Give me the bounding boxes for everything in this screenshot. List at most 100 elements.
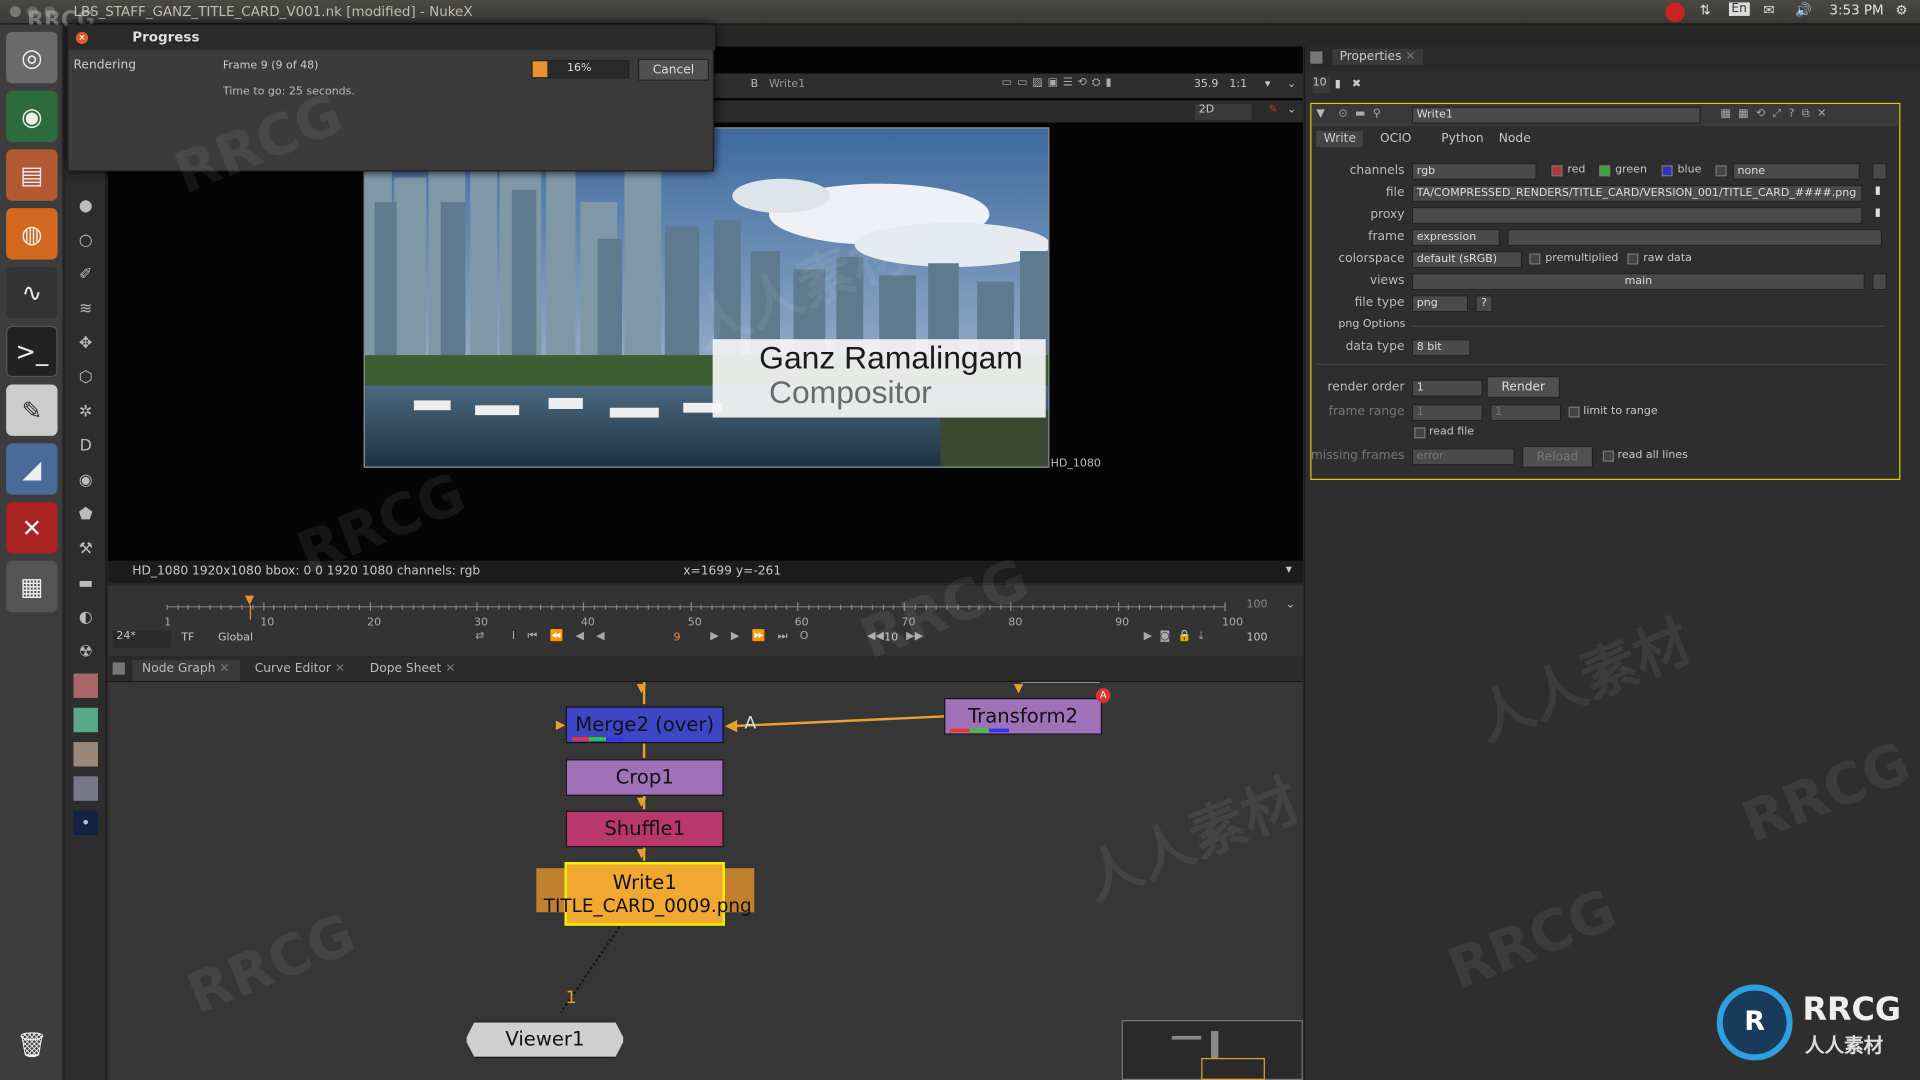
proxy-browse-icon[interactable]: ▮ [1875, 207, 1881, 219]
tab-properties[interactable]: Properties ✕ [1332, 48, 1424, 65]
frame-mode-dropdown[interactable]: expression [1411, 228, 1501, 247]
channels-dropdown[interactable]: rgb [1411, 162, 1537, 181]
paint-icon[interactable]: ✎ [1269, 104, 1278, 116]
node-merge2[interactable]: Merge2 (over) [565, 706, 724, 744]
tab-python[interactable]: Python [1434, 132, 1491, 145]
settings-gear-icon[interactable]: ⚙ [1896, 2, 1908, 18]
channels-menu-icon[interactable] [1872, 162, 1887, 181]
firefox-icon[interactable]: ◍ [6, 208, 58, 260]
node-viewer1[interactable]: Viewer1 [465, 1021, 625, 1058]
loop-icon[interactable]: ⇄ [475, 631, 484, 643]
terminal-icon[interactable]: >_ [6, 325, 58, 378]
toolsets-icon[interactable]: ⚒ [73, 536, 97, 560]
file-manager-icon[interactable]: ▤ [6, 149, 58, 201]
cancel-button[interactable]: Cancel [637, 58, 709, 81]
file-path-field[interactable]: TA/COMPRESSED_RENDERS/TITLE_CARD/VERSION… [1411, 184, 1863, 203]
render-order-field[interactable]: 1 [1411, 379, 1483, 397]
step-back-icon[interactable]: ◀◀ [867, 631, 884, 643]
viewer-tools-icon[interactable]: ▭▭▨▣☰⟲⛭▮ [1002, 77, 1117, 89]
3d-tool-icon[interactable]: ⬡ [73, 365, 97, 389]
end-frame-field[interactable]: 100 [1247, 599, 1268, 611]
frame-range-start[interactable]: 1 [1411, 404, 1483, 422]
system-monitor-icon[interactable]: ∿ [6, 266, 58, 319]
user-avatar-icon[interactable] [73, 673, 98, 698]
node-crop1[interactable]: Crop1 [565, 759, 724, 796]
network-icon[interactable]: ⇅ [1700, 2, 1711, 18]
minimap-viewport[interactable] [1201, 1057, 1265, 1080]
clock[interactable]: 3:53 PM [1829, 2, 1883, 18]
frame-expression-field[interactable] [1507, 228, 1883, 247]
frame-ruler[interactable]: 1 10 20 30 40 50 60 70 80 90 100 ▼ [164, 590, 1243, 630]
blue-checkbox[interactable] [1661, 165, 1673, 177]
record-icon[interactable] [1665, 2, 1685, 23]
tab-ocio[interactable]: OCIO [1373, 132, 1419, 145]
range-scope-dropdown[interactable]: Global [218, 632, 253, 644]
close-window-icon[interactable] [9, 6, 21, 18]
extra-channel-dropdown[interactable]: none [1732, 162, 1861, 181]
tf-dropdown[interactable]: TF [181, 632, 194, 644]
node-shuffle1[interactable]: Shuffle1 [565, 810, 724, 848]
fps-dropdown[interactable]: 24* [112, 630, 172, 648]
gizmo4-icon[interactable]: • [73, 810, 98, 836]
zoom-value[interactable]: 1:1 [1229, 78, 1247, 90]
out-frame-field[interactable]: 100 [1247, 632, 1268, 644]
node-name-field[interactable]: Write1 [1411, 106, 1701, 124]
red-checkbox[interactable] [1551, 165, 1563, 177]
trash-icon[interactable]: 🗑 [6, 1019, 57, 1070]
zoom-dropdown-icon[interactable]: ▾ [1265, 78, 1271, 90]
viewer-menu-icon[interactable]: ⌄ [1287, 78, 1296, 90]
drawing-app-icon[interactable]: ◢ [6, 443, 58, 495]
file-browse-icon[interactable]: ▮ [1875, 185, 1881, 197]
transform-tool-icon[interactable]: ✥ [73, 331, 97, 355]
premultiplied-checkbox[interactable] [1529, 253, 1541, 265]
metadata-tool-icon[interactable]: ⬟ [73, 502, 97, 526]
proxy-field[interactable] [1411, 206, 1863, 225]
node-transform2[interactable]: Transform2 [944, 697, 1103, 735]
views-menu-icon[interactable] [1872, 273, 1887, 291]
render-button[interactable]: Render [1486, 375, 1561, 398]
frame-range-end[interactable]: 1 [1490, 404, 1562, 422]
mail-icon[interactable]: ✉ [1763, 2, 1774, 18]
playback-options-icons[interactable]: ▶◙🔒⤓ [1144, 631, 1211, 643]
transport-back-buttons[interactable]: I⏮⏪◀◀ [512, 631, 617, 643]
tab-node-graph[interactable]: Node Graph ✕ [132, 660, 240, 681]
other-tool-icon[interactable]: ▬ [73, 571, 97, 595]
draw-tool-icon[interactable]: ✐ [73, 262, 97, 286]
input-b-node[interactable]: Write1 [769, 78, 805, 90]
furnace-tool-icon[interactable]: ◐ [73, 605, 97, 629]
read-all-lines-checkbox[interactable] [1602, 450, 1614, 462]
node-graph-minimap[interactable] [1121, 1020, 1303, 1080]
file-type-help-button[interactable]: ? [1475, 295, 1493, 313]
limit-to-range-checkbox[interactable] [1568, 406, 1580, 418]
current-frame-field[interactable]: 9 [673, 632, 680, 644]
reload-button[interactable]: Reload [1522, 445, 1594, 468]
missing-frames-dropdown[interactable]: error [1411, 448, 1515, 466]
close-icon[interactable]: ✕ [75, 31, 89, 45]
clear-panels-icon[interactable]: ✖ [1352, 78, 1361, 90]
camera-app-icon[interactable]: ◉ [6, 90, 58, 143]
extra-channel-checkbox[interactable] [1715, 165, 1727, 177]
gizmo-icon[interactable] [73, 707, 98, 733]
nuke-app-icon[interactable]: ✕ [6, 502, 58, 554]
lock-panels-icon[interactable]: ▮ [1335, 78, 1341, 90]
node-header-icons[interactable]: ⊙▬⚲ [1338, 108, 1388, 120]
workspace-switcher-icon[interactable]: ▦ [6, 560, 58, 613]
circle-tool-icon[interactable]: ○ [73, 228, 97, 252]
node-graph-canvas[interactable]: ▼ ▼ ▶ Merge2 (over) A Transform2 A Crop1… [107, 682, 1303, 1080]
view-mode-dropdown[interactable]: 2D [1195, 104, 1252, 121]
node-header-right-icons[interactable]: ▦▦⟲⤢?⧉✕ [1720, 108, 1833, 120]
gizmo2-icon[interactable] [73, 742, 98, 767]
timeline-menu-icon[interactable]: ⌄ [1286, 599, 1295, 611]
step-value[interactable]: 10 [884, 632, 898, 644]
fstop-value[interactable]: 35.9 [1194, 78, 1219, 90]
pane-menu-icon[interactable] [1310, 51, 1323, 64]
input-b-label[interactable]: B [751, 78, 759, 90]
step-forward-icon[interactable]: ▶▶ [906, 631, 923, 643]
ocula-tool-icon[interactable]: ☢ [73, 639, 97, 663]
layers-tool-icon[interactable]: ≋ [73, 296, 97, 320]
views-dropdown[interactable]: main [1411, 273, 1865, 291]
collapse-icon[interactable]: ▼ [1316, 108, 1324, 120]
tab-curve-editor[interactable]: Curve Editor ✕ [245, 660, 355, 681]
particles-tool-icon[interactable]: ✲ [73, 399, 97, 423]
info-expand-icon[interactable]: ▾ [1286, 563, 1292, 576]
